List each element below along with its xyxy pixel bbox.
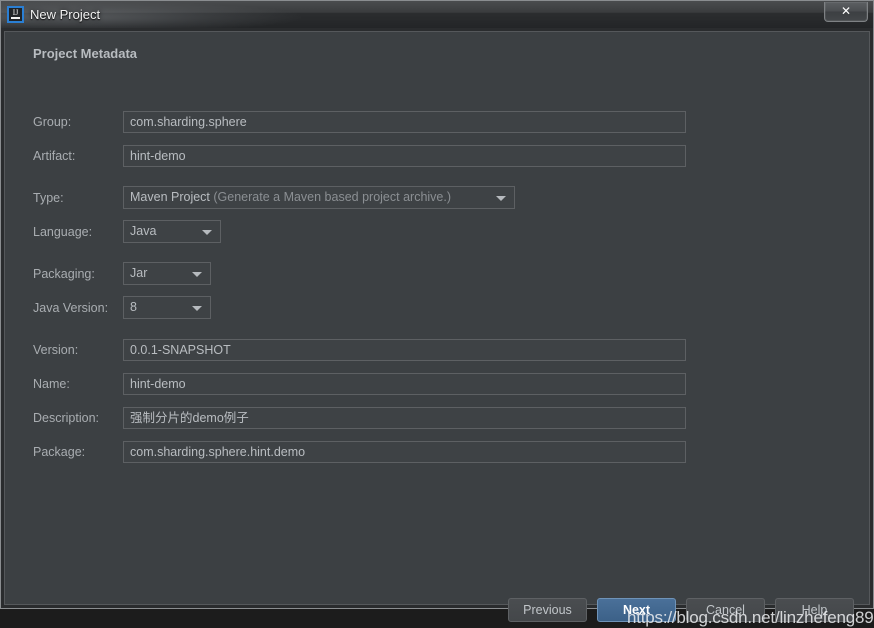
input-name[interactable]: hint-demo <box>123 373 686 395</box>
label-artifact: Artifact: <box>33 149 76 163</box>
input-artifact[interactable]: hint-demo <box>123 145 686 167</box>
next-button[interactable]: Next <box>597 598 676 622</box>
section-title-project-metadata: Project Metadata <box>33 46 138 61</box>
combo-packaging[interactable]: Jar <box>123 262 211 285</box>
help-button[interactable]: Help <box>775 598 854 622</box>
combo-java-version-value: 8 <box>130 300 137 314</box>
input-group[interactable]: com.sharding.sphere <box>123 111 686 133</box>
combo-java-version[interactable]: 8 <box>123 296 211 319</box>
chevron-down-icon <box>496 196 506 201</box>
chevron-down-icon <box>202 230 212 235</box>
intellij-idea-icon-bar <box>11 17 20 19</box>
dialog-body: Project Metadata Group: com.sharding.sph… <box>0 28 874 627</box>
label-description: Description: <box>33 411 99 425</box>
title-bar: IJ New Project ✕ <box>0 0 874 28</box>
label-name: Name: <box>33 377 70 391</box>
previous-button[interactable]: Previous <box>508 598 587 622</box>
label-version: Version: <box>33 343 79 357</box>
intellij-idea-icon: IJ <box>7 6 24 23</box>
label-language: Language: <box>33 225 93 239</box>
intellij-idea-icon-letters: IJ <box>12 8 19 17</box>
chevron-down-icon <box>192 306 202 311</box>
close-icon[interactable]: ✕ <box>824 2 868 22</box>
dialog-content: Project Metadata Group: com.sharding.sph… <box>4 31 874 627</box>
combo-language[interactable]: Java <box>123 220 221 243</box>
cancel-button[interactable]: Cancel <box>686 598 765 622</box>
chevron-down-icon <box>192 272 202 277</box>
combo-type-value: Maven Project <box>130 190 210 204</box>
label-packaging: Packaging: <box>33 267 95 281</box>
combo-type[interactable]: Maven Project (Generate a Maven based pr… <box>123 186 515 209</box>
combo-type-hint: (Generate a Maven based project archive.… <box>213 190 452 204</box>
input-package[interactable]: com.sharding.sphere.hint.demo <box>123 441 686 463</box>
window-title: New Project <box>30 7 101 22</box>
combo-language-value: Java <box>130 224 157 238</box>
label-package: Package: <box>33 445 86 459</box>
new-project-dialog: IJ New Project ✕ Project Metadata Group:… <box>0 0 874 627</box>
combo-packaging-value: Jar <box>130 266 148 280</box>
label-type: Type: <box>33 191 64 205</box>
input-version[interactable]: 0.0.1-SNAPSHOT <box>123 339 686 361</box>
input-description[interactable]: 强制分片的demo例子 <box>123 407 686 429</box>
label-group: Group: <box>33 115 72 129</box>
label-java-version: Java Version: <box>33 301 109 315</box>
